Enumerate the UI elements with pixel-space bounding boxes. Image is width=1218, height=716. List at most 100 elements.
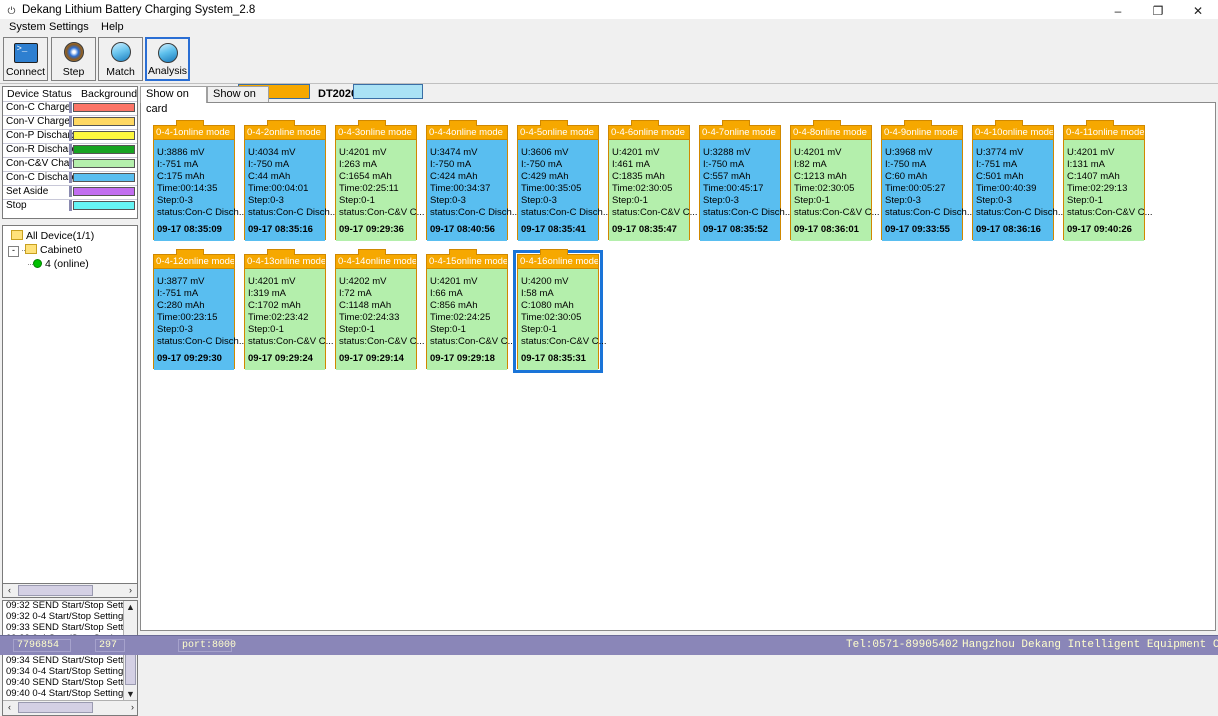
card-step: Step:0-1 [339,195,375,206]
legend-row: Con-C Charge [3,101,137,114]
analysis-button[interactable]: Analysis [145,37,190,81]
expander-icon[interactable]: - [8,246,19,257]
card-status: status:Con-C&V C... [430,336,516,347]
match-button[interactable]: Match [98,37,143,81]
card-title: 0-4-9online mode [882,126,962,139]
tab-show-on-card[interactable]: Show on card [140,86,207,115]
view-tabs: Show on card Show on list [140,86,1216,115]
scroll-left-icon[interactable]: ‹ [3,584,16,597]
card-step: Step:0-1 [612,195,648,206]
device-card[interactable]: 0-4-11online mode U:4201 mV I:131 mA C:1407… [1063,120,1153,241]
card-voltage: U:3606 mV [521,147,569,158]
card-current: I:58 mA [521,288,554,299]
card-title: 0-4-15online mode [427,255,507,268]
card-timestamp: 09-17 08:35:52 [703,224,768,235]
card-body: U:3968 mV I:-750 mA C:60 mAh Time:00:05:27 S… [882,139,975,241]
scroll-thumb[interactable] [18,702,93,713]
device-card[interactable]: 0-4-15online mode U:4201 mV I:66 mA C:856 m… [426,249,516,370]
card-status: status:Con-C&V C... [1067,207,1153,218]
legend-label: Con-C Charge [6,102,71,113]
step-button[interactable]: Step [51,37,96,81]
card-step: Step:0-3 [430,195,466,206]
card-voltage: U:3886 mV [157,147,205,158]
card-capacity: C:175 mAh [157,171,205,182]
tab-show-on-list[interactable]: Show on list [207,86,269,115]
device-card[interactable]: 0-4-12online mode U:3877 mV I:-751 mA C:280… [153,249,247,370]
scroll-right-icon[interactable]: › [124,584,137,597]
scroll-left-icon[interactable]: ‹ [3,701,16,714]
card-capacity: C:1654 mAh [339,171,392,182]
card-status: status:Con-C&V C... [339,336,425,347]
device-card[interactable]: 0-4-8online mode U:4201 mV I:82 mA C:1213 m… [790,120,880,241]
card-elapsed-time: Time:02:30:05 [794,183,855,194]
card-voltage: U:3774 mV [976,147,1024,158]
card-voltage: U:4201 mV [794,147,842,158]
device-card[interactable]: 0-4-1online mode U:3886 mV I:-751 mA C:175 … [153,120,247,241]
device-card[interactable]: 0-4-9online mode U:3968 mV I:-750 mA C:60 m… [881,120,975,241]
log-line: 09:32 SEND Start/Stop Settings [6,600,138,611]
card-capacity: C:557 mAh [703,171,751,182]
device-card[interactable]: 0-4-7online mode U:3288 mV I:-750 mA C:557 … [699,120,793,241]
log-line: 09:40 0-4 Start/Stop Settings S [6,688,137,699]
card-status: status:Con-C&V C... [521,336,607,347]
device-card[interactable]: 0-4-5online mode U:3606 mV I:-750 mA C:429 … [517,120,611,241]
device-tree[interactable]: All Device(1/1) - ·· Cabinet0 ··· 4 (online… [2,225,138,595]
card-body: U:4201 mV I:263 mA C:1654 mAh Time:02:25:11… [336,139,425,241]
card-elapsed-time: Time:00:45:17 [703,183,764,194]
connect-button-label: Connect [5,66,46,78]
legend-row: Stop [3,199,137,212]
status-counter-1: 7796854 [13,639,71,652]
card-voltage: U:4201 mV [430,276,478,287]
card-title: 0-4-11online mode [1064,126,1144,139]
status-counter-2: 297 [95,639,125,652]
device-card[interactable]: 0-4-3online mode U:4201 mV I:263 mA C:1654 … [335,120,425,241]
connect-button[interactable]: Connect [3,37,48,81]
card-body: U:3606 mV I:-750 mA C:429 mAh Time:00:35:05… [518,139,611,241]
card-capacity: C:1148 mAh [339,300,392,311]
legend-label: Con-V Charge [6,116,70,127]
device-card[interactable]: 0-4-6online mode U:4201 mV I:461 mA C:1835 … [608,120,698,241]
card-step: Step:0-3 [157,324,193,335]
card-timestamp: 09-17 09:29:36 [339,224,404,235]
device-card[interactable]: 0-4-16online mode U:4200 mV I:58 mA C:1080 … [513,249,607,373]
card-capacity: C:424 mAh [430,171,478,182]
menu-settings[interactable]: Settings [44,19,94,35]
card-step: Step:0-3 [976,195,1012,206]
legend-color-swatch [73,103,135,112]
device-card[interactable]: 0-4-10online mode U:3774 mV I:-751 mA C:501… [972,120,1066,241]
device-card[interactable]: 0-4-2online mode U:4034 mV I:-750 mA C:44 m… [244,120,338,241]
legend-color-swatch [73,173,135,182]
device-card[interactable]: 0-4-13online mode U:4201 mV I:319 mA C:1702… [244,249,334,370]
card-title: 0-4-13online mode [245,255,325,268]
tree-node-all-device[interactable]: All Device(1/1) [11,230,94,243]
tree-node-cabinet0[interactable]: - ·· Cabinet0 [8,244,82,257]
log-panel[interactable]: 09:32 SEND Start/Stop Settings 09:32 0-4… [2,600,138,716]
log-line: 09:34 0-4 Start/Stop Settings S [6,666,137,677]
tree-node-device-4[interactable]: ··· 4 (online) [27,258,89,271]
scroll-right-icon[interactable]: › [126,701,137,714]
tree-hscrollbar[interactable]: ‹ › [2,583,138,598]
device-card[interactable]: 0-4-4online mode U:3474 mV I:-750 mA C:424 … [426,120,520,241]
card-body: U:3474 mV I:-750 mA C:424 mAh Time:00:34:37… [427,139,520,241]
card-body: U:4201 mV I:461 mA C:1835 mAh Time:02:30:05… [609,139,698,241]
legend-label: Stop [6,200,27,211]
card-body: U:4202 mV I:72 mA C:1148 mAh Time:02:24:33 S… [336,268,425,370]
card-step: Step:0-1 [794,195,830,206]
card-capacity: C:429 mAh [521,171,569,182]
left-panel: Device Status Background Con-C Charge Co… [2,86,138,716]
status-bar: 7796854 297 port:8000 Tel:0571-89905402 … [0,635,1218,655]
scroll-up-icon[interactable]: ▲ [124,601,137,614]
scroll-thumb[interactable] [18,585,93,596]
scroll-thumb[interactable] [125,651,136,685]
card-elapsed-time: Time:02:24:25 [430,312,491,323]
menu-bar: System Settings Help [0,19,1218,35]
legend-row: Set Aside [3,185,137,198]
card-title: 0-4-2online mode [245,126,325,139]
device-card[interactable]: 0-4-14online mode U:4202 mV I:72 mA C:1148 … [335,249,425,370]
log-hscrollbar[interactable]: ‹ › [3,700,137,715]
legend-color-swatch [73,201,135,210]
tree-node-label: 4 (online) [45,258,89,270]
card-current: I:-751 mA [157,159,199,170]
menu-help[interactable]: Help [96,19,129,35]
folder-icon [25,244,37,254]
